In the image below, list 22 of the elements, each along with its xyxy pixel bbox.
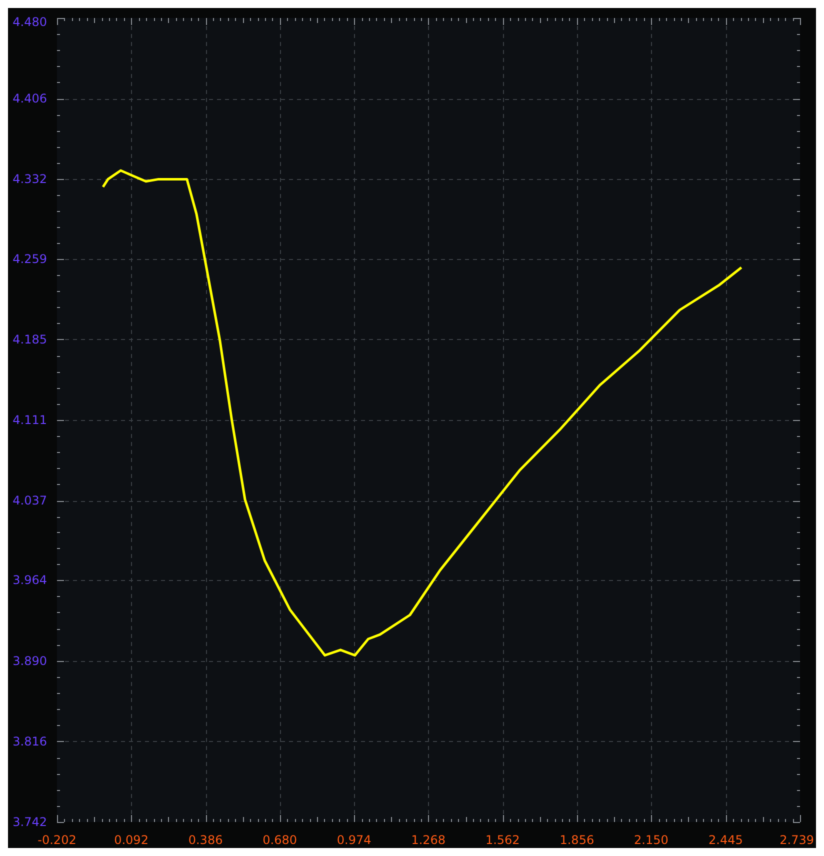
x-tick-label: 1.268 — [411, 833, 446, 847]
x-tick-label: 2.445 — [708, 833, 743, 847]
x-tick-label: 2.739 — [780, 833, 814, 847]
y-tick-label: 3.890 — [12, 654, 47, 668]
x-tick-label: 0.386 — [188, 833, 223, 847]
y-tick-label: 4.480 — [12, 15, 47, 29]
y-tick-label: 3.816 — [12, 734, 47, 748]
y-tick-label: 4.406 — [12, 92, 47, 106]
x-tick-label: 0.974 — [336, 833, 372, 847]
y-tick-label: 4.037 — [12, 494, 47, 508]
x-tick-label: 0.092 — [114, 833, 148, 847]
x-tick-label: 1.562 — [485, 833, 520, 847]
y-tick-label: 4.111 — [12, 413, 47, 427]
x-tick-label: 2.150 — [634, 833, 668, 847]
y-tick-label: 3.964 — [12, 573, 47, 588]
x-tick-label: 0.680 — [262, 833, 297, 847]
y-tick-label: 4.332 — [12, 172, 47, 186]
y-tick-label: 4.259 — [12, 252, 47, 266]
x-tick-label: -0.202 — [38, 833, 76, 847]
y-tick-label: 4.185 — [12, 332, 47, 346]
y-tick-label: 3.742 — [12, 815, 47, 829]
x-tick-label: 1.856 — [560, 833, 594, 847]
